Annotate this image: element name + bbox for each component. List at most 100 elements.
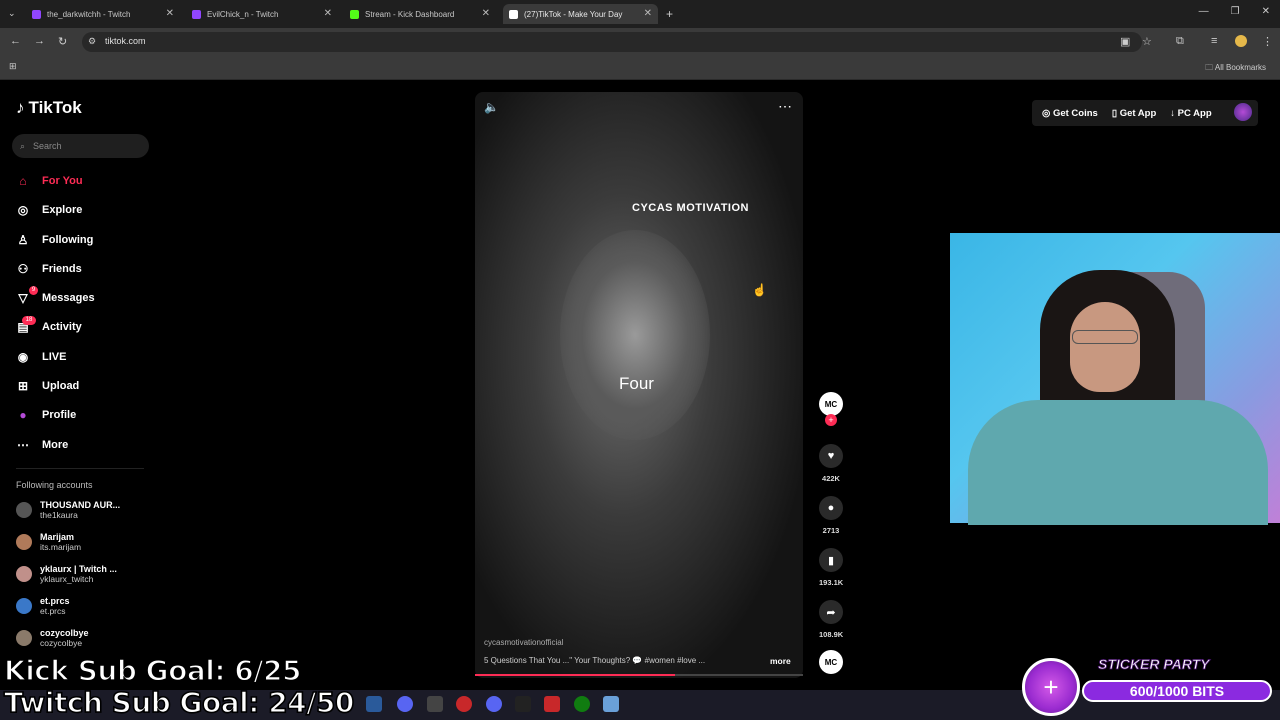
nav-label: Following <box>42 234 94 246</box>
bookmarks-bar <box>0 56 1280 80</box>
volume-icon[interactable]: 🔈 <box>484 100 499 114</box>
tiktok-logo[interactable]: ♪ TikTok <box>16 98 82 118</box>
maximize-icon[interactable]: ❐ <box>1231 6 1240 17</box>
nav-friends[interactable]: ⚇ Friends <box>16 262 82 276</box>
close-icon[interactable]: ✕ <box>166 8 174 19</box>
cast-icon[interactable]: ▣ <box>1120 35 1130 48</box>
tab-title: EvilChick_n - Twitch <box>207 9 279 19</box>
app-icon[interactable] <box>515 696 531 712</box>
discord-icon[interactable] <box>486 696 502 712</box>
twitch-icon <box>32 9 41 19</box>
profile-avatar-icon[interactable] <box>1235 35 1247 47</box>
all-bookmarks-label: All Bookmarks <box>1214 63 1266 72</box>
tab-the-darkwitchh[interactable]: the_darkwitchh - Twitch ✕ <box>26 4 180 24</box>
nav-live[interactable]: ◉ LIVE <box>16 350 67 364</box>
video-username[interactable]: cycasmotivationofficial <box>484 638 563 647</box>
get-app-button[interactable]: ▯ Get App <box>1112 108 1156 119</box>
comment-action[interactable]: ● 2713 <box>819 496 843 535</box>
window-controls: — ❐ ✕ <box>1199 6 1270 17</box>
site-info-icon[interactable]: ⚙ <box>88 36 96 47</box>
nav-label: Profile <box>42 409 77 421</box>
reload-icon[interactable]: ↻ <box>58 35 67 48</box>
compass-icon: ◎ <box>17 203 29 217</box>
back-icon[interactable]: ← <box>10 35 21 47</box>
close-icon[interactable]: ✕ <box>324 8 332 19</box>
forward-icon[interactable]: → <box>34 35 45 47</box>
app-icon[interactable] <box>456 696 472 712</box>
sticker-party-title: STICKER PARTY <box>1098 656 1210 673</box>
twitch-sub-goal: Twitch Sub Goal: 24/50 <box>3 685 355 720</box>
following-account[interactable]: Marijam its.marijam <box>16 532 81 552</box>
nav-messages[interactable]: ▽ Messages <box>16 291 94 305</box>
all-bookmarks[interactable]: 🗀 All Bookmarks <box>1205 62 1266 76</box>
new-tab-icon[interactable]: + <box>666 7 673 21</box>
comment-icon[interactable]: ● <box>819 496 843 520</box>
extensions-icon[interactable]: ⧉ <box>1176 35 1184 48</box>
tab-search-icon[interactable]: ⌄ <box>8 8 16 19</box>
nav-upload[interactable]: ⊞ Upload <box>16 379 79 393</box>
share-count: 108.9K <box>819 630 844 639</box>
nav-label: More <box>42 439 69 451</box>
follow-plus-icon[interactable]: + <box>825 414 837 426</box>
heart-icon[interactable]: ♥ <box>819 444 843 468</box>
xbox-icon[interactable] <box>574 696 590 712</box>
close-icon[interactable]: ✕ <box>644 8 652 19</box>
app-icon[interactable] <box>397 696 413 712</box>
tab-title: the_darkwitchh - Twitch <box>47 9 131 19</box>
bookmark-icon[interactable]: ▮ <box>819 548 843 572</box>
account-name: THOUSAND AUR... <box>40 500 121 510</box>
get-coins-button[interactable]: ◎ Get Coins <box>1042 108 1098 119</box>
like-action[interactable]: ♥ 422K <box>819 444 843 483</box>
tab-kick-dashboard[interactable]: Stream - Kick Dashboard ✕ <box>344 4 496 24</box>
more-link[interactable]: more <box>770 656 791 666</box>
user-avatar[interactable] <box>1234 103 1252 121</box>
like-count: 422K <box>822 474 840 483</box>
bookmark-star-icon[interactable]: ☆ <box>1142 35 1152 48</box>
live-icon: ◉ <box>17 350 29 364</box>
more-options-icon[interactable]: ⋯ <box>778 98 792 115</box>
app-icon[interactable] <box>603 696 619 712</box>
share-icon[interactable]: ➦ <box>819 600 843 624</box>
share-action[interactable]: ➦ 108.9K <box>819 600 843 639</box>
app-icon[interactable] <box>427 696 443 712</box>
app-icon[interactable] <box>544 696 560 712</box>
avatar <box>16 502 32 518</box>
close-window-icon[interactable]: ✕ <box>1262 6 1270 17</box>
search-input[interactable]: ⌕ Search <box>12 134 149 158</box>
save-count: 193.1K <box>819 578 844 587</box>
creator-avatar[interactable]: MC <box>819 392 843 416</box>
menu-icon[interactable]: ⋮ <box>1262 35 1273 48</box>
steam-icon[interactable] <box>366 696 382 712</box>
avatar <box>16 598 32 614</box>
following-account[interactable]: THOUSAND AUR... the1kaura <box>16 500 120 520</box>
following-accounts-title: Following accounts <box>16 480 93 490</box>
nav-explore[interactable]: ◎ Explore <box>16 203 83 217</box>
nav-for-you[interactable]: ⌂ For You <box>16 174 82 188</box>
following-account[interactable]: et.prcs et.prcs <box>16 596 70 616</box>
nav-following[interactable]: ♙ Following <box>16 233 94 247</box>
music-disc[interactable]: MC <box>819 650 843 674</box>
nav-label: LIVE <box>42 351 67 363</box>
account-name: et.prcs <box>40 596 70 606</box>
nav-label: Activity <box>42 321 82 333</box>
tab-tiktok[interactable]: (27)TikTok - Make Your Day ✕ <box>503 4 658 24</box>
following-account[interactable]: yklaurx | Twitch ... yklaurx_twitch <box>16 564 117 584</box>
avatar <box>16 566 32 582</box>
person-icon: ♙ <box>17 233 29 247</box>
url-text[interactable]: tiktok.com <box>105 36 146 46</box>
pc-app-button[interactable]: ↓ PC App <box>1170 108 1211 119</box>
video-description: 5 Questions That You ..." Your Thoughts?… <box>484 656 706 665</box>
playlist-icon[interactable]: ≡ <box>1211 35 1217 47</box>
save-action[interactable]: ▮ 193.1K <box>819 548 843 587</box>
divider <box>16 468 144 469</box>
minimize-icon[interactable]: — <box>1199 6 1209 17</box>
close-icon[interactable]: ✕ <box>482 8 490 19</box>
following-account[interactable]: cozycolbye cozycolbye <box>16 628 89 648</box>
mouse-cursor: ☝ <box>752 283 767 297</box>
omnibox[interactable] <box>82 32 1142 52</box>
nav-more[interactable]: ⋯ More <box>16 438 68 452</box>
video-caption: Four <box>619 374 654 393</box>
tab-evilchick[interactable]: EvilChick_n - Twitch ✕ <box>186 4 338 24</box>
apps-grid-icon[interactable]: ⊞ <box>9 61 17 72</box>
nav-profile[interactable]: ● Profile <box>16 408 76 422</box>
